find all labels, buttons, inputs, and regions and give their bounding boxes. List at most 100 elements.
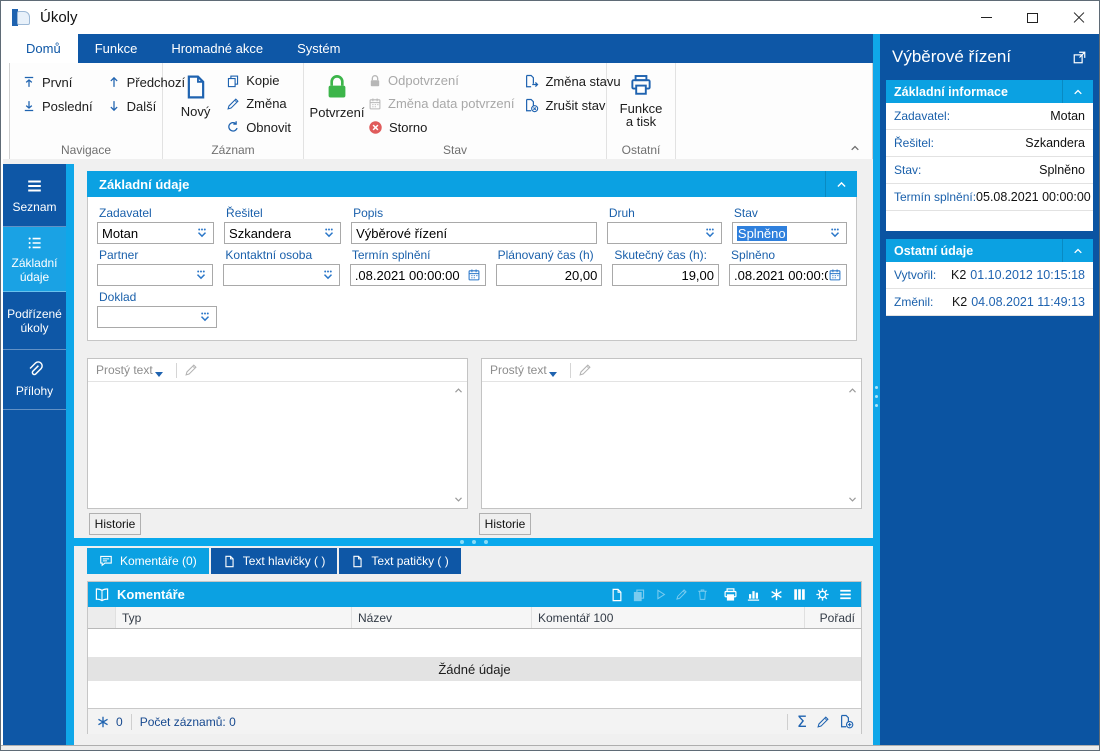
doklad-field[interactable] [97,306,217,328]
sidebar-item-prilohy[interactable]: Přílohy [3,350,66,410]
info-card: Zadavatel: Motan Řešitel: Szkandera Stav… [886,103,1093,231]
ribbon-tab-funkce[interactable]: Funkce [78,34,155,63]
functions-print-button[interactable]: Funkce a tisk [615,67,667,139]
stav-field[interactable]: Splněno [731,222,847,244]
window-bottom-strip [1,745,1099,750]
zadavatel-field[interactable]: Motan [97,222,215,244]
kontaktni-osoba-field[interactable] [223,264,340,286]
section-header-ostatni-udaje: Ostatní údaje [886,239,1093,262]
copy-button[interactable]: Kopie [221,69,296,92]
history-button-left[interactable]: Historie [89,513,141,535]
columns-icon[interactable] [792,587,807,602]
calendar-icon[interactable] [828,268,842,282]
column-poradi[interactable]: Pořadí [805,607,861,628]
auto-refresh-icon[interactable] [96,715,110,729]
maximize-button[interactable] [1009,1,1055,34]
sidebar-item-zakladni-udaje[interactable]: Základní údaje [3,227,66,292]
edit-pencil-icon[interactable] [816,715,830,729]
ribbon-tab-domu[interactable]: Domů [9,34,78,63]
skutecny-cas-field[interactable]: 19,00 [612,264,720,286]
ribbon-collapse-chevron-icon[interactable] [849,142,861,154]
last-button[interactable]: Poslední [17,94,98,118]
ribbon-tab-hromadne-akce[interactable]: Hromadné akce [154,34,280,63]
edit-pencil-icon[interactable] [578,363,592,377]
popout-icon[interactable] [1072,50,1087,65]
printer-icon [628,73,654,97]
divider [786,713,788,730]
scroll-up-icon[interactable] [453,385,464,396]
popis-field[interactable]: Výběrové řízení [351,222,597,244]
splneno-field[interactable]: .08.2021 00:00:00 [729,264,848,286]
edit-record-icon[interactable] [675,588,688,601]
scroll-down-icon[interactable] [847,494,858,505]
scroll-down-icon[interactable] [453,494,464,505]
dropdown-icon[interactable] [195,226,209,240]
dropdown-icon[interactable] [321,268,335,282]
collapse-panel-button[interactable] [825,171,857,197]
tab-text-paticky[interactable]: Text patičky ( ) [339,548,461,574]
collapse-section-button[interactable] [1062,239,1093,262]
confirm-button[interactable]: Potvrzení [310,67,364,139]
automation-wheel-icon[interactable] [769,587,784,602]
dropdown-icon[interactable] [828,226,842,240]
tab-komentare[interactable]: Komentáře (0) [87,548,209,574]
change-button[interactable]: Změna [221,92,296,115]
sum-sigma-icon[interactable]: Σ [797,713,807,730]
close-button[interactable] [1055,1,1099,34]
storno-button[interactable]: Storno [363,116,519,139]
play-icon[interactable] [654,588,667,601]
note-text-area[interactable] [482,382,861,508]
dropdown-triangle-icon[interactable] [154,371,163,377]
dropdown-icon[interactable] [194,268,208,282]
dropdown-icon[interactable] [198,310,212,324]
partner-field[interactable] [97,264,214,286]
druh-label: Druh [608,206,635,220]
history-button-right[interactable]: Historie [479,513,531,535]
basic-data-panel: Základní údaje Zadavatel Motan Řešitel S… [87,171,857,341]
chart-icon[interactable] [746,587,761,602]
horizontal-splitter[interactable] [74,538,873,546]
tab-text-hlavicky[interactable]: Text hlavičky ( ) [210,548,338,574]
created-row: Vytvořil: K2 01.10.2012 10:15:18 [886,262,1093,289]
settings-gear-icon[interactable] [815,587,830,602]
print-icon[interactable] [723,587,738,602]
column-komentar[interactable]: Komentář 100 [532,607,805,628]
arrow-down-icon [107,99,121,113]
book-icon [94,587,110,603]
planovany-cas-field[interactable]: 20,00 [495,264,603,286]
calendar-icon [368,97,382,111]
sidebar-item-seznam[interactable]: Seznam [3,164,66,227]
note-text-area[interactable] [88,382,467,508]
dropdown-icon[interactable] [703,226,717,240]
change-confirm-date-button[interactable]: Změna data potvrzení [363,92,519,115]
new-record-icon[interactable] [610,588,624,602]
edit-pencil-icon[interactable] [184,363,198,377]
ribbon-tab-system[interactable]: Systém [280,34,357,63]
resitel-field[interactable]: Szkandera [224,222,342,244]
column-typ[interactable]: Typ [116,607,352,628]
termin-splneni-field[interactable]: .08.2021 00:00:00 [349,264,486,286]
scroll-up-icon[interactable] [847,385,858,396]
text-format-selector[interactable]: Prostý text [490,363,547,377]
right-panel-splitter[interactable] [873,34,880,745]
new-button[interactable]: Nový [170,67,221,139]
calendar-icon[interactable] [467,268,481,282]
divider [175,362,177,378]
copy-record-icon[interactable] [632,588,646,602]
info-row: Řešitel: Szkandera [886,130,1093,157]
text-format-selector[interactable]: Prostý text [96,363,153,377]
column-nazev[interactable]: Název [352,607,532,628]
dropdown-triangle-icon[interactable] [548,371,557,377]
refresh-button[interactable]: Obnovit [221,116,296,139]
druh-field[interactable] [606,222,722,244]
minimize-button[interactable] [963,1,1009,34]
dropdown-icon[interactable] [322,226,336,240]
add-document-icon[interactable] [839,714,854,729]
delete-record-icon[interactable] [696,588,709,601]
collapse-section-button[interactable] [1062,80,1093,103]
unconfirm-button[interactable]: Odpotvrzení [363,69,519,92]
sidebar-item-podrizene-ukoly[interactable]: Podřízené úkoly [3,292,66,350]
splitter-handle[interactable] [875,386,878,407]
first-button[interactable]: První [17,70,98,94]
menu-icon[interactable] [838,587,853,602]
